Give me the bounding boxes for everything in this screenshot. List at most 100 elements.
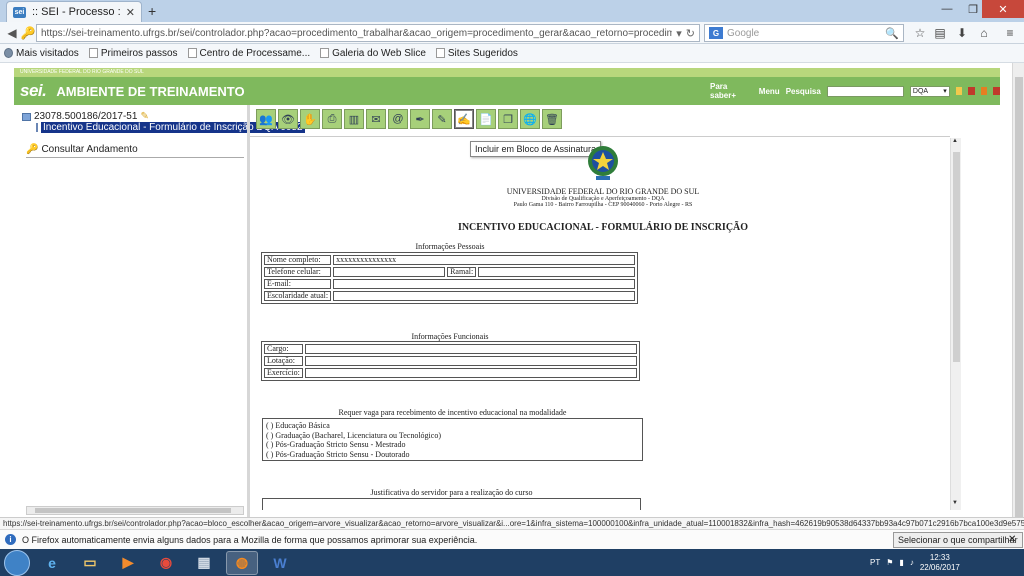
people-icon[interactable]: 👥 xyxy=(256,109,276,129)
gear-icon xyxy=(4,48,13,58)
start-button[interactable] xyxy=(4,549,30,576)
edit-icon[interactable]: ✎ xyxy=(432,109,452,129)
bookmark-galeria-web-slice[interactable]: Galeria do Web Slice xyxy=(320,48,426,59)
volume-icon[interactable]: ♪ xyxy=(910,558,914,567)
bookmark-star-icon[interactable]: ☆ xyxy=(912,25,928,41)
email-field[interactable] xyxy=(333,279,635,289)
media-player-icon[interactable]: ▶ xyxy=(112,551,144,575)
unit-select[interactable]: DQA ▾ xyxy=(909,85,950,97)
lotacao-label: Lotação: xyxy=(264,356,303,366)
page-scroll-thumb[interactable] xyxy=(1015,77,1023,517)
calculator-icon[interactable]: ▦ xyxy=(188,551,220,575)
modalidade-heading: Requer vaga para recebimento de incentiv… xyxy=(338,408,567,417)
google-icon[interactable]: G xyxy=(709,27,723,39)
page-scrollbar[interactable] xyxy=(1012,63,1024,517)
firefox-icon[interactable]: ◍ xyxy=(226,550,258,575)
menu-icon[interactable]: ≡ xyxy=(1002,25,1018,41)
close-tab-icon[interactable]: ✕ xyxy=(126,6,135,19)
justificativa-heading: Justificativa do servidor para a realiza… xyxy=(370,488,533,497)
pesquisa-input[interactable] xyxy=(826,85,904,97)
url-bar[interactable]: https://sei-treinamento.ufrgs.br/sei/con… xyxy=(36,24,700,42)
page-icon xyxy=(187,48,197,58)
escolaridade-field[interactable] xyxy=(333,291,635,301)
escolaridade-label: Escolaridade atual: xyxy=(264,291,332,301)
link-menu[interactable]: Menu xyxy=(759,87,780,96)
link-para-saber[interactable]: Para saber+ xyxy=(710,82,753,100)
news-icon[interactable] xyxy=(968,87,975,95)
process-node[interactable]: 23078.500186/2017-51 ✎ xyxy=(22,111,246,122)
language-indicator[interactable]: PT xyxy=(870,558,880,567)
reload-icon[interactable]: ↻ xyxy=(686,27,695,40)
globe-icon[interactable]: 🌐 xyxy=(520,109,540,129)
new-doc-icon[interactable]: 📄 xyxy=(476,109,496,129)
document-scroll-thumb[interactable] xyxy=(953,152,960,362)
process-tree: 23078.500186/2017-51 ✎ Incentivo Educaci… xyxy=(22,111,305,133)
consultar-andamento-link[interactable]: 🔑 Consultar Andamento xyxy=(26,144,138,155)
justificativa-field[interactable] xyxy=(262,498,641,510)
option-graduacao[interactable]: ( ) Graduação (Bacharel, Licenciatura ou… xyxy=(266,431,639,441)
eye-icon[interactable]: 👁 xyxy=(278,109,298,129)
clock[interactable]: 12:33 22/06/2017 xyxy=(920,553,960,573)
close-notification-icon[interactable]: ✕ xyxy=(1008,534,1016,545)
telefone-label: Telefone celular: xyxy=(264,267,332,277)
url-text[interactable]: https://sei-treinamento.ufrgs.br/sei/con… xyxy=(41,28,672,39)
link-pesquisa[interactable]: Pesquisa xyxy=(786,87,821,96)
bookmarks-list-icon[interactable]: ▤ xyxy=(932,25,948,41)
browser-tab[interactable]: sei :: SEI - Processo :: ✕ xyxy=(6,1,142,22)
option-educacao-basica[interactable]: ( ) Educação Básica xyxy=(266,421,639,431)
exercicio-field[interactable] xyxy=(304,368,637,378)
home-icon[interactable]: ⌂ xyxy=(976,25,992,41)
share-settings-button[interactable]: Selecionar o que compartilhar xyxy=(893,532,1023,548)
option-mestrado[interactable]: ( ) Pós-Graduação Stricto Sensu - Mestra… xyxy=(266,440,639,450)
printer-icon[interactable]: ⎙ xyxy=(322,109,342,129)
chrome-icon[interactable]: ◉ xyxy=(150,551,182,575)
document-scrollbar[interactable]: ▲ ▼ xyxy=(950,138,961,510)
trash-icon[interactable]: 🗑 xyxy=(542,109,562,129)
scroll-icon[interactable]: ✉ xyxy=(366,109,386,129)
bookmark-sites-sugeridos[interactable]: Sites Sugeridos xyxy=(435,48,518,59)
search-box[interactable]: G Google 🔍 xyxy=(704,24,904,42)
lotacao-field[interactable] xyxy=(304,356,637,366)
bookmark-centro-processamento[interactable]: Centro de Processame... xyxy=(187,48,310,59)
hand-icon[interactable]: ✋ xyxy=(300,109,320,129)
user-icon[interactable] xyxy=(980,87,988,95)
dropdown-icon[interactable]: ▾ xyxy=(676,27,682,40)
personal-info-table: Nome completo: xxxxxxxxxxxxxxx Telefone … xyxy=(261,252,638,304)
flag-icon[interactable]: ⚑ xyxy=(886,558,893,567)
word-icon[interactable]: W xyxy=(264,551,296,575)
pen-icon[interactable]: ✒ xyxy=(410,109,430,129)
environment-title: AMBIENTE DE TREINAMENTO xyxy=(56,83,245,99)
explorer-icon[interactable]: ▭ xyxy=(74,551,106,575)
logout-icon[interactable] xyxy=(993,87,1001,95)
tree-scroll-thumb[interactable] xyxy=(35,508,231,513)
search-icon[interactable]: 🔍 xyxy=(885,27,899,40)
telefone-field[interactable] xyxy=(333,267,446,277)
scroll-down-icon[interactable]: ▼ xyxy=(952,500,958,506)
cargo-field[interactable] xyxy=(304,344,637,354)
option-doutorado[interactable]: ( ) Pós-Graduação Stricto Sensu - Doutor… xyxy=(266,450,639,460)
books-icon[interactable]: ▥ xyxy=(344,109,364,129)
notification-bar: i O Firefox automaticamente envia alguns… xyxy=(0,529,1024,549)
sei-logo[interactable]: sei. xyxy=(20,81,47,101)
document-node[interactable]: Incentivo Educacional - Formulário de In… xyxy=(36,122,305,133)
download-icon[interactable]: ⬇ xyxy=(954,25,970,41)
search-input[interactable]: Google xyxy=(727,28,881,39)
signature-block-icon[interactable]: ✍ xyxy=(454,109,474,129)
settings-icon[interactable] xyxy=(955,87,963,95)
copy-icon[interactable]: ❐ xyxy=(498,109,518,129)
scroll-up-icon[interactable]: ▲ xyxy=(952,138,958,144)
close-window-icon[interactable]: ✕ xyxy=(982,0,1024,18)
nome-field[interactable]: xxxxxxxxxxxxxxx xyxy=(333,255,635,265)
ie-icon[interactable]: e xyxy=(36,551,68,575)
document-icon xyxy=(36,123,38,132)
minimize-icon[interactable]: — xyxy=(934,0,960,18)
back-icon[interactable]: ◀ xyxy=(4,25,20,41)
site-identity-icon[interactable]: 🔑 xyxy=(20,25,36,41)
network-icon[interactable]: ▮ xyxy=(899,558,903,567)
new-tab-button[interactable]: + xyxy=(148,3,156,19)
ramal-field[interactable] xyxy=(478,267,635,277)
tree-scrollbar[interactable] xyxy=(26,506,244,515)
bookmark-primeiros-passos[interactable]: Primeiros passos xyxy=(88,48,178,59)
bookmark-mais-visitados[interactable]: Mais visitados xyxy=(4,48,79,59)
mail-icon[interactable]: @ xyxy=(388,109,408,129)
